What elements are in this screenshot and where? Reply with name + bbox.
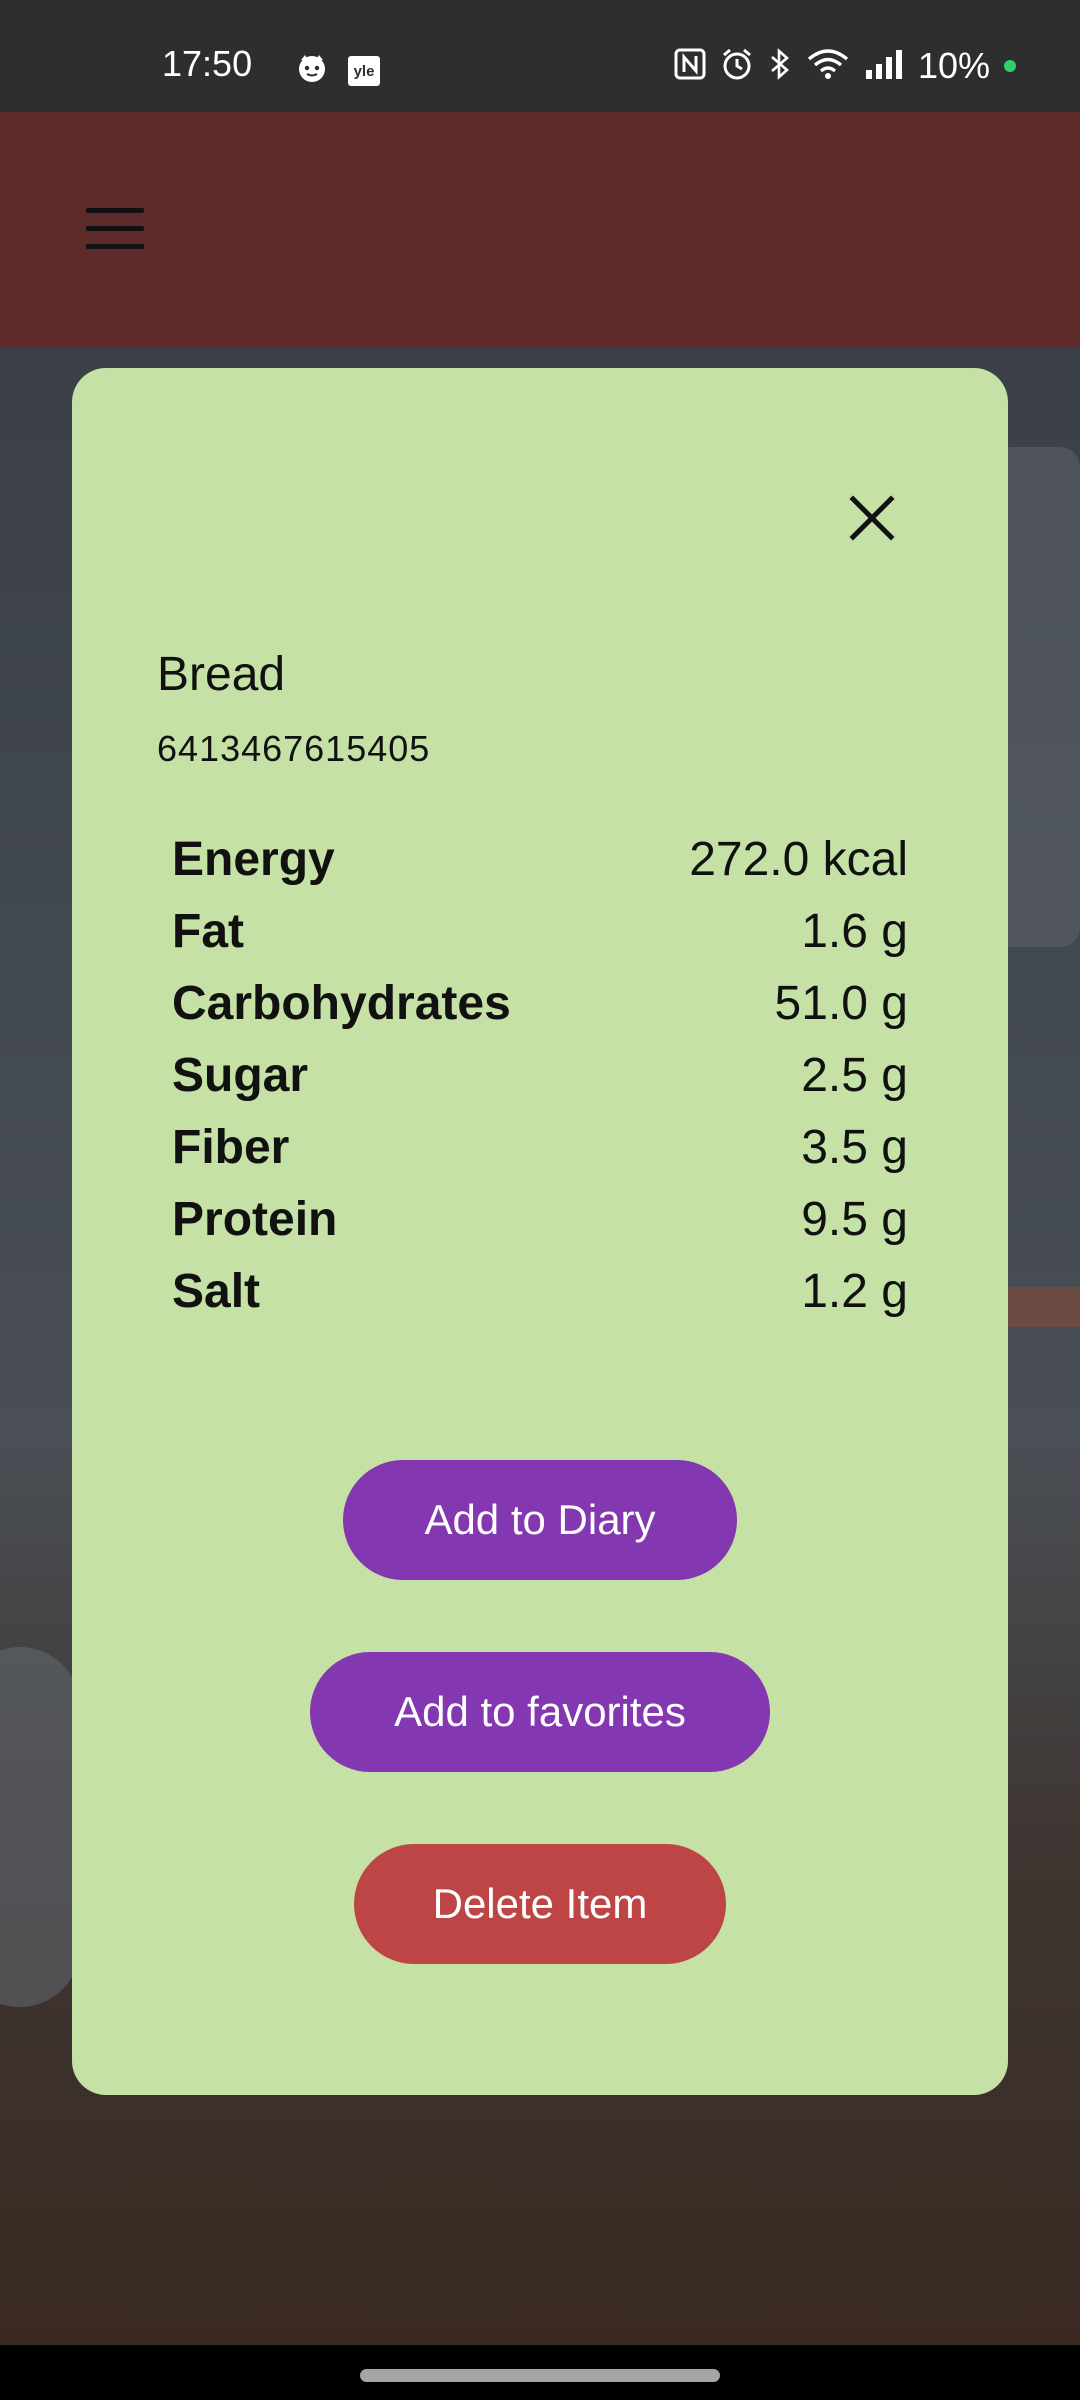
item-name: Bread: [157, 648, 286, 701]
nutrient-label: Carbohydrates: [172, 976, 511, 1030]
signal-icon: [864, 48, 904, 85]
nutrient-row-fat: Fat 1.6 g: [172, 895, 908, 967]
app-bar: [0, 112, 1080, 347]
yle-icon: yle: [348, 56, 380, 86]
close-icon[interactable]: [832, 478, 912, 558]
nutrient-row-protein: Protein 9.5 g: [172, 1183, 908, 1255]
nutrient-row-carbohydrates: Carbohydrates 51.0 g: [172, 967, 908, 1039]
nutrient-label: Energy: [172, 832, 335, 886]
nutrient-value: 9.5 g: [801, 1192, 908, 1246]
navigation-bar: [0, 2345, 1080, 2400]
nutrient-label: Protein: [172, 1192, 338, 1246]
status-right: 10%: [674, 46, 1016, 86]
nutrient-row-fiber: Fiber 3.5 g: [172, 1111, 908, 1183]
delete-item-button[interactable]: Delete Item: [354, 1844, 726, 1964]
item-detail-dialog: Bread 6413467615405 Energy 272.0 kcal Fa…: [72, 368, 1008, 2095]
status-bar: 17:50 yle 10%: [0, 0, 1080, 112]
nfc-icon: [674, 48, 706, 85]
nutrient-value: 3.5 g: [801, 1120, 908, 1174]
nutrient-value: 51.0 g: [774, 976, 908, 1030]
item-barcode: 6413467615405: [157, 728, 431, 769]
background-blur-shape: [0, 1647, 80, 2007]
cat-face-icon: [296, 52, 328, 89]
nutrient-value: 272.0 kcal: [689, 832, 908, 886]
nutrient-label: Fat: [172, 904, 244, 958]
home-indicator[interactable]: [360, 2369, 720, 2382]
nutrient-row-energy: Energy 272.0 kcal: [172, 823, 908, 895]
battery-dot: [1004, 60, 1016, 72]
nutrient-row-sugar: Sugar 2.5 g: [172, 1039, 908, 1111]
hamburger-menu-icon[interactable]: [86, 208, 144, 250]
nutrient-value: 1.6 g: [801, 904, 908, 958]
add-to-favorites-button[interactable]: Add to favorites: [310, 1652, 770, 1772]
nutrition-table: Energy 272.0 kcal Fat 1.6 g Carbohydrate…: [172, 823, 908, 1327]
screen: 17:50 yle 10% Bread 6413467615405 Energy…: [0, 0, 1080, 2400]
battery-level: 10%: [917, 45, 990, 86]
status-time: 17:50: [162, 43, 253, 84]
nutrient-label: Fiber: [172, 1120, 290, 1174]
wifi-icon: [806, 47, 850, 86]
add-to-diary-button[interactable]: Add to Diary: [343, 1460, 737, 1580]
nutrient-value: 2.5 g: [801, 1048, 908, 1102]
alarm-icon: [720, 47, 754, 86]
nutrient-row-salt: Salt 1.2 g: [172, 1255, 908, 1327]
bluetooth-icon: [768, 47, 792, 86]
nutrient-label: Sugar: [172, 1048, 309, 1102]
nutrient-value: 1.2 g: [801, 1264, 908, 1318]
nutrient-label: Salt: [172, 1264, 261, 1318]
